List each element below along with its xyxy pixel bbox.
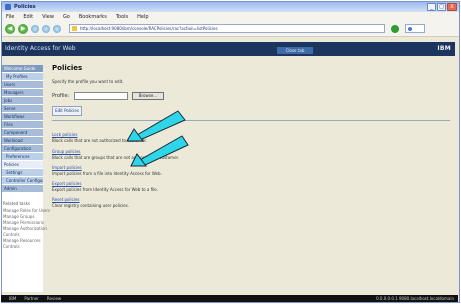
callout-arrows — [126, 110, 189, 167]
status-item-partner: Partner — [24, 296, 39, 301]
status-host: 0.0.0.0.0.1 9080.localhost.localdomain — [376, 296, 454, 301]
status-bar: IBM Partner Review 0.0.0.0.0.1 9080.loca… — [1, 295, 458, 302]
status-item-ibm: IBM — [9, 296, 17, 301]
status-item-review: Review — [46, 296, 62, 301]
arrow-icon-upper — [126, 110, 186, 142]
